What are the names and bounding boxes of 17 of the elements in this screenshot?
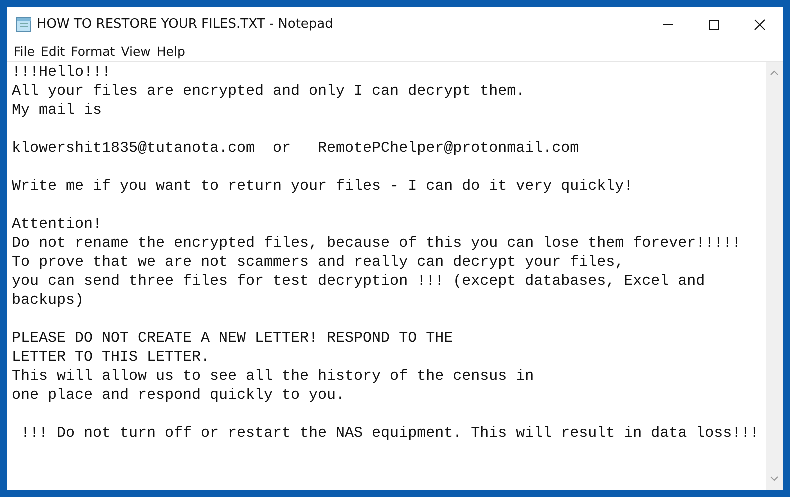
menu-item[interactable]: View	[118, 44, 154, 59]
text-paragraph: Attention! Do not rename the encrypted files, because of this you can lose them forever!!!!! To prove that we are not scammers and really can decrypt your files, you can send three files for test decryption !!! (except databases, Excel and backups)	[12, 215, 742, 310]
maximize-icon	[708, 18, 720, 30]
menu-item[interactable]: Format	[68, 44, 118, 59]
text-paragraph: Write me if you want to return your files - I can do it very quickly!	[12, 177, 634, 196]
menu-item[interactable]: Edit	[38, 44, 68, 59]
text-paragraph: klowershit1835@tutanota.com or RemotePChelper@protonmail.com	[12, 139, 580, 158]
menu-item[interactable]: File	[11, 44, 38, 59]
scrollbar[interactable]	[766, 62, 783, 490]
menu-item[interactable]: Help	[154, 44, 188, 59]
minimize-icon	[663, 24, 673, 25]
notepad-icon	[15, 16, 33, 34]
text-paragraph: PLEASE DO NOT CREATE A NEW LETTER! RESPOND TO THE LETTER TO THIS LETTER. This will allow us to see all the history of the census in one place and respond quickly to you.	[12, 329, 536, 405]
close-icon	[754, 18, 766, 30]
text-paragraph: !!!Hello!!! All your files are encrypted and only I can decrypt them. My mail is	[12, 63, 526, 120]
text-paragraph: !!! Do not turn off or restart the NAS equipment. This will result in data loss!!!	[20, 424, 760, 443]
window-title: HOW TO RESTORE YOUR FILES.TXT - Notepad	[37, 17, 334, 32]
